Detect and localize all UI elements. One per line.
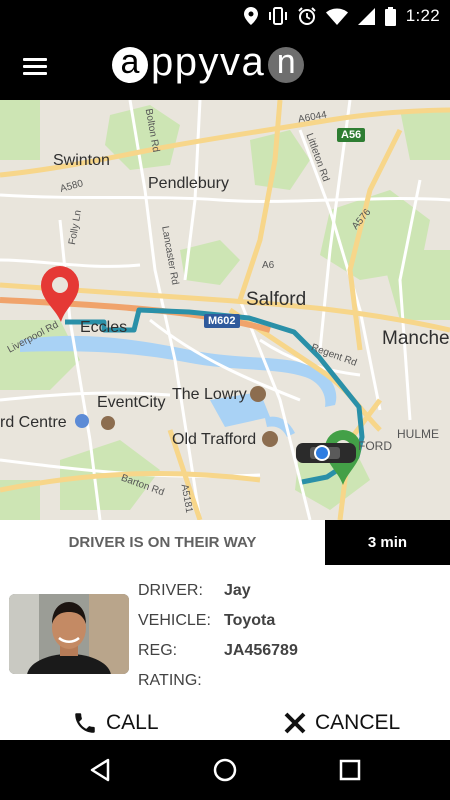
map-label-swinton: Swinton	[53, 152, 110, 169]
driver-avatar	[9, 594, 129, 674]
reg-value: JA456789	[224, 642, 298, 659]
driver-photo	[9, 594, 129, 674]
trip-status-bar: DRIVER IS ON THEIR WAY 3 min	[0, 520, 450, 565]
map-view[interactable]: Swinton Pendlebury Salford Eccles Manche…	[0, 100, 450, 520]
driver-label: DRIVER:	[138, 582, 203, 599]
battery-icon	[384, 6, 396, 26]
status-icons: 1:22	[243, 5, 440, 27]
call-button[interactable]: CALL	[72, 708, 159, 738]
trip-status-text: DRIVER IS ON THEIR WAY	[68, 534, 257, 551]
recents-icon	[339, 759, 361, 781]
map-label-eventcity: EventCity	[97, 394, 166, 411]
road-label-a6: A6	[262, 260, 275, 271]
hamburger-icon-line	[23, 65, 47, 68]
map-label-eccles: Eccles	[80, 319, 128, 336]
map-label-pendlebury: Pendlebury	[148, 175, 229, 192]
status-bar: 1:22	[0, 0, 450, 32]
alarm-icon	[297, 7, 316, 25]
reg-label: REG:	[138, 642, 178, 659]
driver-name: Jay	[224, 582, 251, 599]
map-label-manchester: Manche	[382, 328, 450, 349]
map-label-hulme: HULME	[397, 427, 440, 441]
back-icon	[90, 758, 110, 782]
road-shield-m602: M602	[204, 314, 240, 328]
pickup-marker-icon[interactable]	[41, 266, 79, 322]
home-button[interactable]	[210, 755, 240, 785]
system-nav-bar	[0, 740, 450, 800]
status-time: 1:22	[405, 6, 440, 25]
wifi-icon	[325, 8, 348, 25]
map-label-the-lowry: The Lowry	[172, 386, 247, 403]
vibrate-icon	[268, 7, 287, 25]
menu-button[interactable]	[20, 52, 50, 80]
cell-signal-icon	[357, 7, 375, 25]
close-icon	[284, 712, 306, 734]
map-label-salford: Salford	[246, 289, 307, 310]
hamburger-icon	[23, 58, 47, 61]
app-bar: a ppyva n	[0, 32, 450, 100]
actions-bar: CALL CANCEL	[0, 705, 450, 740]
hamburger-icon-line	[23, 72, 47, 75]
vehicle-label: VEHICLE:	[138, 612, 211, 629]
logo-letter-first: a	[112, 45, 148, 83]
app-logo: a ppyva n	[112, 40, 305, 88]
driver-panel: DRIVER: Jay VEHICLE: Toyota REG: JA45678…	[0, 565, 450, 705]
map-label-old-trafford: Old Trafford	[172, 431, 257, 448]
vehicle-value: Toyota	[224, 612, 276, 629]
road-label-ford: FORD	[358, 439, 392, 453]
logo-letter-last: n	[268, 45, 305, 83]
call-label: CALL	[106, 711, 159, 734]
location-icon	[243, 7, 258, 25]
recents-button[interactable]	[335, 755, 365, 785]
phone-icon	[75, 713, 95, 733]
road-shield-a56: A56	[337, 128, 366, 142]
home-icon	[213, 758, 237, 782]
back-button[interactable]	[86, 755, 116, 785]
cancel-button[interactable]: CANCEL	[283, 708, 400, 738]
rating-label: RATING:	[138, 672, 202, 689]
vehicle-location-icon	[296, 443, 356, 463]
map-label-trafford-centre: rd Centre	[0, 414, 67, 431]
eta-badge: 3 min	[325, 520, 450, 565]
logo-letters-middle: ppyva	[151, 40, 266, 84]
cancel-label: CANCEL	[315, 711, 401, 734]
